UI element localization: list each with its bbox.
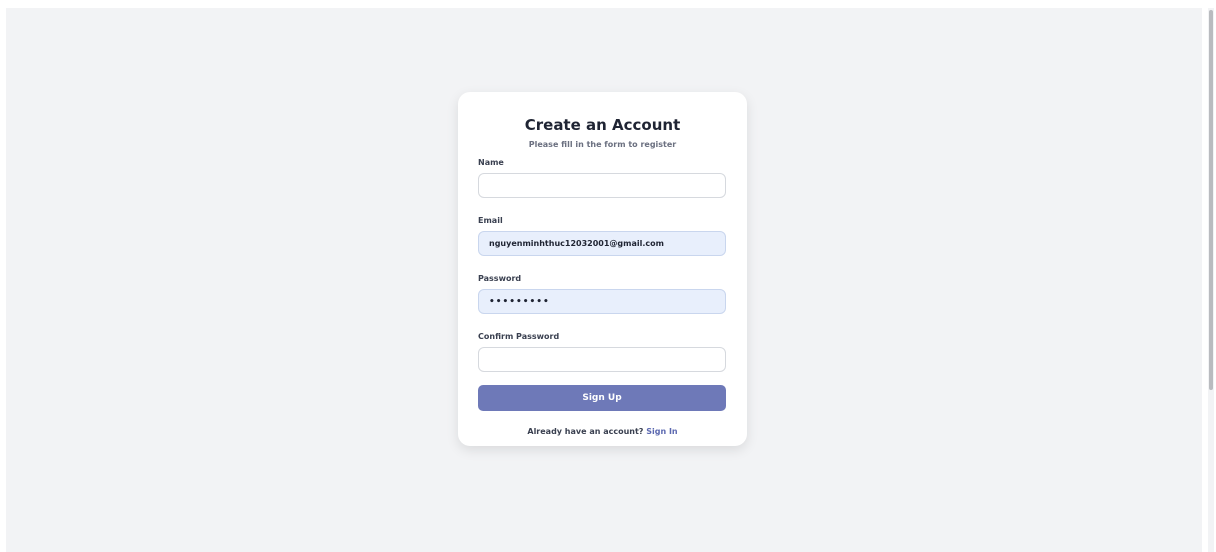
vertical-scrollbar[interactable] <box>1208 8 1214 552</box>
confirm-password-label: Confirm Password <box>478 332 560 341</box>
password-label: Password <box>478 274 522 283</box>
confirm-password-field-group: Confirm Password <box>478 332 727 372</box>
password-input[interactable] <box>478 289 726 314</box>
name-input[interactable] <box>478 173 726 198</box>
email-label: Email <box>478 216 503 225</box>
confirm-password-input[interactable] <box>478 347 726 372</box>
signup-card: Create an Account Please fill in the for… <box>458 92 747 446</box>
name-field-group: Name <box>478 158 727 198</box>
email-input[interactable] <box>478 231 726 256</box>
scrollbar-thumb[interactable] <box>1209 10 1213 390</box>
email-field-group: Email <box>478 216 727 256</box>
sign-up-button[interactable]: Sign Up <box>478 385 726 411</box>
form-subtitle: Please fill in the form to register <box>528 140 677 149</box>
password-field-group: Password <box>478 274 727 314</box>
signin-prompt-text: Already have an account? <box>527 427 644 436</box>
sign-in-link[interactable]: Sign In <box>646 427 677 436</box>
signin-prompt-row: Already have an account? Sign In <box>478 427 727 437</box>
form-title: Create an Account <box>524 116 681 134</box>
name-label: Name <box>478 158 504 167</box>
